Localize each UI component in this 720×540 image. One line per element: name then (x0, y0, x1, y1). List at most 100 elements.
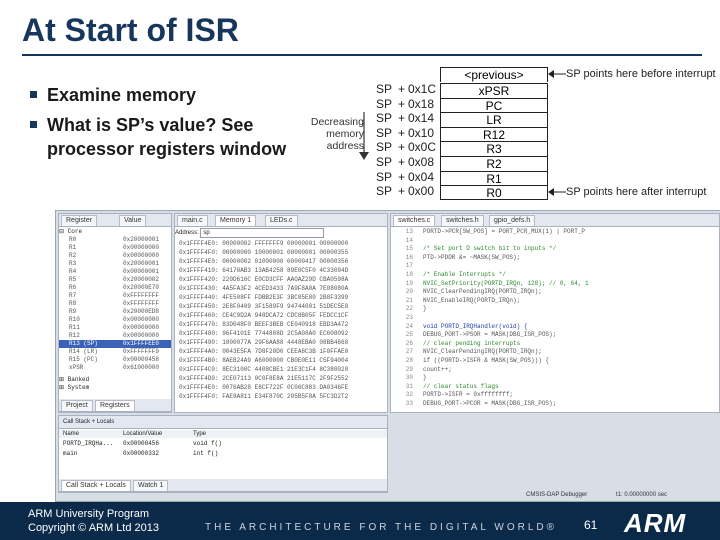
memory-row: 0x1FFFF4F0: FAE8A811 E34F870C 205B5F8A 5… (179, 393, 349, 400)
slide-title: At Start of ISR (22, 12, 239, 48)
tab-project[interactable]: Project (61, 400, 93, 411)
register-row[interactable]: R2 0x00000000 (59, 252, 171, 260)
address-input[interactable]: sp (200, 228, 325, 238)
code-line: 26 // clear pending interrupts (391, 340, 719, 348)
register-row[interactable]: R5 0x20000002 (59, 276, 171, 284)
callstack-row[interactable]: PORTD_IRQHa... 0x00000456 void f() (59, 440, 387, 448)
line-number: 26 (405, 339, 413, 347)
callstack-row[interactable]: main 0x00000332 int f() (59, 450, 387, 458)
stack-cell: R12 (440, 126, 548, 142)
register-value: 0xFFFFFFF9 (123, 348, 160, 355)
line-number: 27 (405, 348, 413, 356)
frame-type: int f() (193, 450, 219, 457)
sp-offset: 0x00 (408, 184, 435, 199)
line-number: 22 (405, 305, 413, 313)
bullet-marker (30, 90, 37, 98)
code-line: 20 NVIC_ClearPendingIRQ(PORTD_IRQn); (391, 288, 719, 296)
line-text: PORTD->ISFR = 0xffffffff; (423, 391, 514, 399)
register-row[interactable]: R15 (PC) 0x00000458 (59, 356, 171, 364)
register-row[interactable]: R1 0x00000000 (59, 244, 171, 252)
footer-tagline: THE ARCHITECTURE FOR THE DIGITAL WORLD® (205, 522, 557, 533)
group-banked[interactable]: ⊞ Banked (59, 376, 171, 384)
code-line: 32 PORTD->ISFR = 0xffffffff; (391, 391, 719, 399)
register-row[interactable]: R10 0x00000000 (59, 316, 171, 324)
line-number: 21 (405, 296, 413, 304)
page-number: 61 (584, 518, 598, 532)
line-number: 16 (405, 253, 413, 261)
arrow-left-icon (548, 188, 566, 196)
line-number: 30 (405, 374, 413, 382)
register-row[interactable]: R8 0xFFFFFFFF (59, 300, 171, 308)
tab-switches-h[interactable]: switches.h (441, 215, 484, 226)
line-text: PTD->PDDR &= ~MASK(SW_POS); (423, 253, 521, 261)
memory-row: 0x1FFFF460: CE4C9D2A 948DCA72 CDC8B05F F… (179, 312, 349, 319)
register-row[interactable]: xPSR 0x61000000 (59, 364, 171, 372)
code-line: 30 } (391, 374, 719, 382)
line-number: 20 (405, 288, 413, 296)
label-line: address (326, 140, 364, 152)
register-value: 0x00000458 (123, 356, 160, 363)
tab-call-stack[interactable]: Call Stack + Locals (61, 480, 131, 491)
register-name: R0 (69, 236, 77, 243)
code-editor-pane: switches.c switches.h gpio_defs.h 13 PORT… (390, 213, 720, 413)
register-row[interactable]: R14 (LR) 0xFFFFFFF9 (59, 348, 171, 356)
line-number: 13 (405, 228, 413, 235)
register-name: R14 (LR) (69, 348, 98, 355)
registers-header: Register Value (59, 214, 171, 227)
memory-tabs: main.c Memory 1 LEDs.c (175, 214, 387, 227)
tab-switches-c[interactable]: switches.c (393, 215, 436, 226)
code-tabs: switches.c switches.h gpio_defs.h (391, 214, 719, 227)
line-text: NVIC_ClearPendingIRQ(PORTD_IRQn); (423, 348, 542, 356)
memory-row: 0x1FFFF4C0: 8EC3100C 4408CBE1 21E3C1F4 8… (179, 366, 349, 373)
sp-after-note: SP points here after interrupt (566, 186, 707, 198)
register-value: 0xFFFFFFFF (123, 292, 160, 299)
group-core[interactable]: ⊟ Core (59, 228, 171, 236)
line-text: NVIC_SetPriority(PORTD_IRQn, 128); // 0,… (423, 279, 589, 287)
register-row[interactable]: R0 0x20000001 (59, 236, 171, 244)
register-row[interactable]: R13 (SP) 0x1FFFFEE0 (59, 340, 171, 348)
stack-cell: R3 (440, 141, 548, 156)
register-value: 0xFFFFFFFF (123, 300, 160, 307)
footer-credit: ARM University Program Copyright © ARM L… (28, 507, 159, 535)
line-number: 18 (405, 271, 413, 278)
line-text: DEBUG_PORT->PCOR = MASK(DBG_ISR_POS); (423, 400, 557, 407)
tab-watch-1[interactable]: Watch 1 (133, 480, 169, 491)
value-column: Value (119, 215, 147, 226)
register-name: R4 (69, 268, 77, 275)
register-row[interactable]: R12 0x00000000 (59, 332, 171, 340)
line-text: count++; (423, 365, 452, 373)
line-text: NVIC_EnableIRQ(PORTD_IRQn); (423, 296, 521, 304)
callstack-title-bar: Call Stack + Locals (59, 416, 387, 429)
tab-leds-c[interactable]: LEDs.c (265, 215, 298, 226)
col-name: Name (63, 431, 80, 437)
footer-copyright: Copyright © ARM Ltd 2013 (28, 522, 160, 534)
address-label: Address: (175, 230, 199, 236)
register-row[interactable]: R9 0x20000ED8 (59, 308, 171, 316)
register-name: R8 (69, 300, 77, 307)
tab-main-c[interactable]: main.c (177, 215, 208, 226)
register-row[interactable]: R11 0x00000000 (59, 324, 171, 332)
memory-row: 0x1FFFF4E0: 00000002 FFFFFFF9 00000001 0… (179, 240, 349, 247)
tab-registers[interactable]: Registers (95, 400, 135, 411)
register-row[interactable]: R6 0x20000E70 (59, 284, 171, 292)
sp-offset: 0x10 (408, 125, 435, 140)
tab-memory-1[interactable]: Memory 1 (215, 215, 257, 226)
code-line: 22} (391, 305, 719, 313)
tab-gpio-defs-h[interactable]: gpio_defs.h (489, 215, 536, 226)
memory-row: 0x1FFFF430: 4A5FA3F2 4CED3433 7A9F8A0A 7… (179, 285, 349, 292)
line-text: PORTD->PCR[SW_POS] = PORT_PCR_MUX(1) | P… (423, 228, 586, 235)
group-system[interactable]: ⊞ System (59, 384, 171, 392)
register-row[interactable]: R4 0x00000001 (59, 268, 171, 276)
register-row[interactable]: R3 0x20000001 (59, 260, 171, 268)
callstack-tabs: Call Stack + Locals Watch 1 (59, 479, 387, 492)
code-line: 14 (391, 237, 719, 245)
register-row[interactable]: R7 0xFFFFFFFF (59, 292, 171, 300)
plus-sign: + (398, 169, 406, 184)
register-name: R9 (69, 308, 77, 315)
plus-sign: + (398, 82, 406, 96)
stack-cell: R0 (440, 185, 548, 200)
sp-before-note: SP points here before interrupt (566, 68, 716, 80)
register-name: R13 (SP) (69, 340, 98, 347)
sp-offset: 0x14 (408, 111, 435, 126)
plus-sign: + (398, 155, 406, 169)
